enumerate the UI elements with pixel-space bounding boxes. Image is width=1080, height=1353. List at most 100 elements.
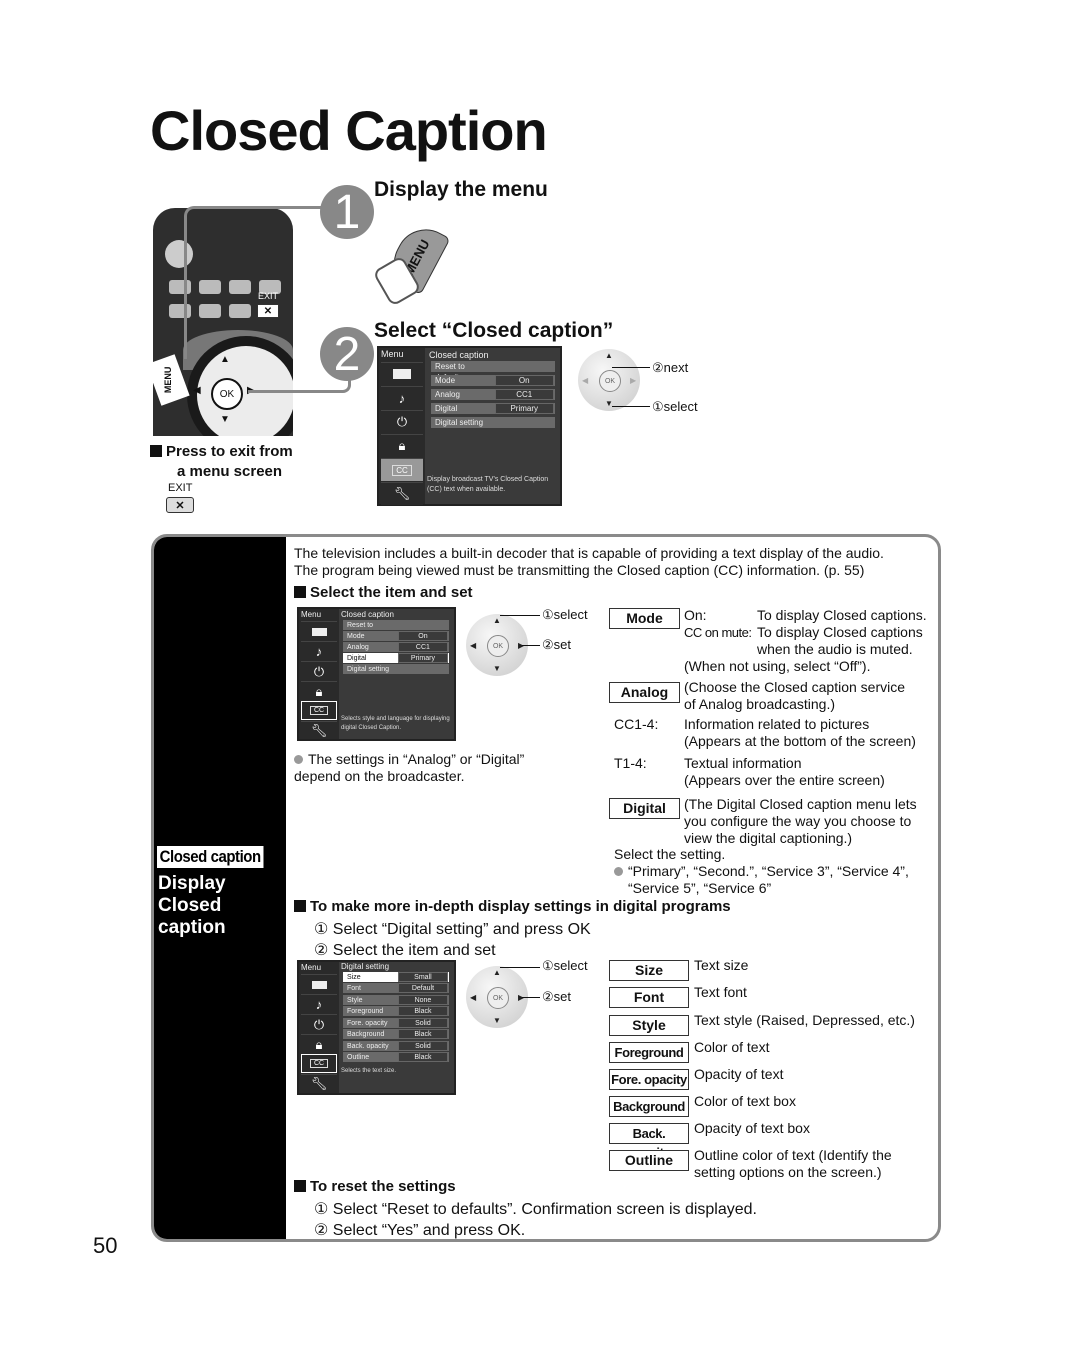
section-heading-text: Select the item and set <box>310 584 473 601</box>
up-arrow-icon: ▲ <box>493 968 501 977</box>
t-desc: (Appears over the entire screen) <box>684 772 885 788</box>
menu-row-back-opacity[interactable]: Back. opacity Solid <box>343 1041 449 1051</box>
pointer-line <box>500 967 540 968</box>
step-1-badge: 1 <box>320 185 374 239</box>
mode-on-desc: To display Closed captions. <box>757 607 927 623</box>
cc-desc: (Appears at the bottom of the screen) <box>684 733 916 749</box>
menu-row-fore-opacity[interactable]: Fore. opacity Solid <box>343 1018 449 1028</box>
menu-row-key: Back. opacity <box>347 1043 389 1050</box>
mode-mute-desc: when the audio is muted. <box>757 641 913 657</box>
section-heading-text: To make more in-depth display settings i… <box>310 898 731 915</box>
cc-icon-label: CC <box>392 464 412 476</box>
menu-row-digital-setting[interactable]: Digital setting <box>343 664 449 674</box>
pointer-line <box>612 406 650 407</box>
t-desc: Textual information <box>684 755 802 771</box>
audio-icon: ♪ <box>301 641 337 661</box>
setting-desc: setting options on the screen.) <box>694 1164 882 1180</box>
menu-row-background[interactable]: Background Black <box>343 1029 449 1039</box>
menu-row-analog[interactable]: Analog CC1 <box>343 642 449 652</box>
next-callout: ②next <box>652 360 689 375</box>
setup-icon: 🔧︎ <box>381 482 423 505</box>
menu-row-value: Solid <box>397 1018 448 1028</box>
connector-line <box>184 206 327 359</box>
menu-row-value: Primary <box>397 653 448 663</box>
audio-icon: ♪ <box>301 994 337 1014</box>
analog-desc: (Choose the Closed caption service <box>684 679 906 695</box>
up-arrow-icon: ▲ <box>605 351 613 360</box>
setup-icon: 🔧︎ <box>301 721 337 739</box>
menu-row-foreground[interactable]: Foreground Black <box>343 1006 449 1016</box>
menu-row-analog[interactable]: Analog CC1 <box>431 389 555 400</box>
menu-row-style[interactable]: Style None <box>343 995 449 1005</box>
up-arrow-icon: ▲ <box>493 616 501 625</box>
menu-row-key: Size <box>347 974 361 981</box>
menu-description: Selects the text size. <box>341 1068 397 1074</box>
ok-button: OK <box>487 635 509 657</box>
mode-off-note: (When not using, select “Off”). <box>684 658 871 674</box>
ok-button: OK <box>487 987 509 1009</box>
sidebar-title-line: caption <box>158 917 226 938</box>
bullet-icon <box>614 867 623 876</box>
broadcaster-note-text: The settings in “Analog” or “Digital” de… <box>294 751 525 784</box>
menu-row-key: Style <box>347 997 363 1004</box>
closed-caption-badge: Closed caption <box>157 846 264 868</box>
digital-step-2: ② Select the item and set <box>314 942 496 959</box>
page-number: 50 <box>93 1233 118 1258</box>
menu-header: Digital setting <box>341 962 390 971</box>
picture-icon <box>301 974 337 994</box>
broadcaster-note: The settings in “Analog” or “Digital” de… <box>294 751 564 785</box>
tv-menu-screen: Menu ♪ ⏻ 🔒︎ CC 🔧︎ Digital setting Size Sm… <box>297 960 456 1095</box>
analog-desc: of Analog broadcasting.) <box>684 696 835 712</box>
menu-header: Closed caption <box>429 350 489 360</box>
reset-step-1: ① Select “Reset to defaults”. Confirmati… <box>314 1201 757 1218</box>
menu-row-digital-setting[interactable]: Digital setting <box>431 417 555 428</box>
menu-row-digital[interactable]: Digital Primary <box>431 403 555 414</box>
menu-row-reset[interactable]: Reset to defaults <box>431 361 555 382</box>
menu-row-size[interactable]: Size Small <box>343 972 449 982</box>
section-heading-text: To reset the settings <box>310 1178 456 1195</box>
left-arrow-icon: ◀ <box>470 641 477 650</box>
menu-row-outline[interactable]: Outline Black <box>343 1052 449 1062</box>
setting-label-box: Back. opacity <box>609 1123 689 1160</box>
timer-icon: ⏻ <box>301 1014 337 1034</box>
menu-row-mode[interactable]: Mode On <box>431 375 555 386</box>
setting-desc: Outline color of text (Identify the <box>694 1147 892 1163</box>
section-digital-heading: To make more in-depth display settings i… <box>294 898 731 915</box>
menu-row-key: Outline <box>347 1054 370 1061</box>
cc-desc: Information related to pictures <box>684 716 870 732</box>
menu-row-digital[interactable]: Digital Primary <box>343 653 449 663</box>
menu-row-font[interactable]: Font Default <box>343 983 449 993</box>
mode-on-key: On: <box>684 607 707 623</box>
cc-icon: CC <box>301 701 337 720</box>
menu-row-mode[interactable]: Mode On <box>343 631 449 641</box>
setting-label-box: Size <box>609 960 689 981</box>
menu-row-key: Digital setting <box>347 666 390 673</box>
menu-row-value: Small <box>397 972 448 982</box>
reset-step-2: ② Select “Yes” and press OK. <box>314 1222 526 1239</box>
select-callout: ①select <box>542 958 588 973</box>
menu-row-key: Digital setting <box>435 418 484 427</box>
down-arrow-icon: ▼ <box>220 414 230 425</box>
menu-row-reset[interactable]: Reset to defaults <box>343 620 449 640</box>
left-arrow-icon: ◀ <box>470 993 477 1002</box>
timer-icon: ⏻ <box>301 661 337 681</box>
square-bullet-icon <box>294 1180 306 1192</box>
menu-row-key: Foreground <box>347 1008 384 1015</box>
page-title: Closed Caption <box>150 99 548 162</box>
intro-line-2: The program being viewed must be transmi… <box>294 562 865 578</box>
intro-line-1: The television includes a built-in decod… <box>294 545 884 561</box>
menu-sidebar-label: Menu <box>301 610 322 619</box>
exit-key-icon: ✕ <box>166 497 194 513</box>
mode-label-box: Mode <box>609 608 680 629</box>
analog-label-box: Analog <box>609 682 680 703</box>
picture-icon <box>301 621 337 641</box>
menu-row-key: Digital <box>435 404 458 413</box>
menu-row-value: Black <box>397 1052 448 1062</box>
lock-icon: 🔒︎ <box>301 681 337 701</box>
menu-row-key: Font <box>347 985 362 992</box>
menu-row-key: Analog <box>435 390 460 399</box>
left-arrow-icon: ◀ <box>582 376 589 385</box>
square-bullet-icon <box>294 586 306 598</box>
digital-options: “Primary”, “Second.”, “Service 3”, “Serv… <box>614 863 909 880</box>
dpad-diagram: OK ▲ ▼ ◀ ▶ <box>466 966 528 1028</box>
